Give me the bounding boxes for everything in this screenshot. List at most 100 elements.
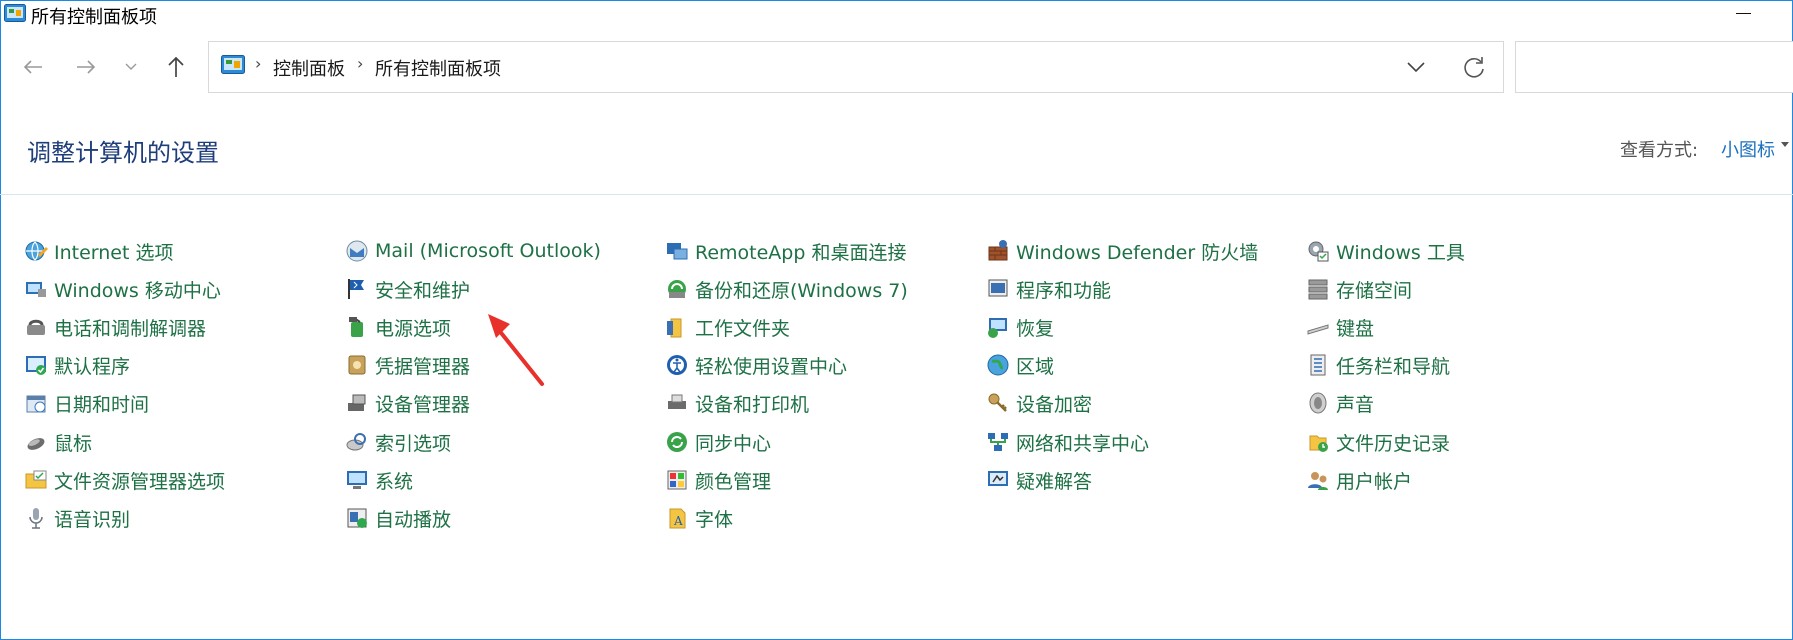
control-panel-item-label: 字体 <box>695 508 734 531</box>
control-panel-item-label: Internet 选项 <box>54 241 174 264</box>
fonts-icon: A <box>669 508 686 529</box>
control-panel-item[interactable]: 安全和维护 <box>345 274 470 304</box>
autoplay-icon <box>347 508 367 528</box>
control-panel-item[interactable]: 声音 <box>1306 388 1374 418</box>
control-panel-item[interactable]: 文件资源管理器选项 <box>24 465 225 495</box>
control-panel-item[interactable]: 电源选项 <box>345 312 451 342</box>
control-panel-item-label: 系统 <box>375 470 414 493</box>
control-panel-item-label: 程序和功能 <box>1016 279 1112 302</box>
control-panel-item-label: 任务栏和导航 <box>1336 355 1451 378</box>
control-panel-item-label: 工作文件夹 <box>695 317 791 340</box>
up-button[interactable] <box>162 52 190 82</box>
control-panel-item[interactable]: 恢复 <box>986 312 1054 342</box>
control-panel-item[interactable]: 工作文件夹 <box>665 312 790 342</box>
control-panel-item[interactable]: 疑难解答 <box>986 465 1092 495</box>
window-title: 所有控制面板项 <box>31 7 157 28</box>
control-panel-item[interactable]: 轻松使用设置中心 <box>665 350 847 380</box>
control-panel-item-label: 键盘 <box>1336 317 1375 340</box>
control-panel-item[interactable]: Internet 选项 <box>24 236 173 266</box>
breadcrumb-all-items[interactable]: 所有控制面板项 <box>375 55 501 81</box>
firewall-icon <box>988 240 1008 261</box>
indexing-icon <box>346 433 366 451</box>
control-panel-item-label: 恢复 <box>1016 317 1055 340</box>
control-panel-item[interactable]: 自动播放 <box>345 503 451 533</box>
address-bar[interactable]: › 控制面板 › 所有控制面板项 <box>208 41 1504 93</box>
control-panel-item[interactable]: 设备加密 <box>986 388 1092 418</box>
remoteapp-icon <box>667 243 688 260</box>
back-button[interactable] <box>17 52 49 82</box>
control-panel-item[interactable]: Windows 工具 <box>1306 236 1465 266</box>
control-panel-item[interactable]: A 字体 <box>665 503 733 533</box>
control-panel-item[interactable]: 电话和调制解调器 <box>24 312 206 342</box>
control-panel-item-label: Mail (Microsoft Outlook) <box>375 240 601 262</box>
control-panel-item[interactable]: Windows 移动中心 <box>24 274 221 304</box>
mouse-icon <box>27 438 45 450</box>
control-panel-item[interactable]: 键盘 <box>1306 312 1374 342</box>
control-panel-item[interactable]: 用户帐户 <box>1306 465 1412 495</box>
control-panel-item[interactable]: 鼠标 <box>24 427 92 457</box>
phone-modem-icon <box>27 319 45 335</box>
storage-spaces-icon <box>1308 279 1328 300</box>
control-panel-item[interactable]: 区域 <box>986 350 1054 380</box>
control-panel-item[interactable]: 设备和打印机 <box>665 388 809 418</box>
caret-down-icon[interactable] <box>1781 142 1789 147</box>
chevron-down-icon[interactable] <box>1404 56 1428 78</box>
breadcrumb-separator: › <box>255 54 262 73</box>
control-panel-item[interactable]: Windows Defender 防火墙 <box>986 236 1258 266</box>
arrow-left-icon <box>23 60 42 74</box>
view-by-label: 查看方式: <box>1620 140 1699 161</box>
control-panel-item[interactable]: 凭据管理器 <box>345 350 470 380</box>
default-programs-icon <box>26 356 46 375</box>
control-panel-item-label: 设备加密 <box>1016 393 1093 416</box>
control-panel-item[interactable]: 语音识别 <box>24 503 130 533</box>
control-panel-item-label: Windows 移动中心 <box>54 279 221 302</box>
control-panel-item[interactable]: 存储空间 <box>1306 274 1412 304</box>
control-panel-item[interactable]: 日期和时间 <box>24 388 149 418</box>
mail-icon <box>346 240 368 262</box>
control-panel-item-label: 用户帐户 <box>1336 470 1413 493</box>
control-panel-item-label: 存储空间 <box>1336 279 1413 302</box>
arrow-right-icon <box>77 60 96 74</box>
search-input[interactable] <box>1515 41 1793 93</box>
control-panel-item[interactable]: RemoteApp 和桌面连接 <box>665 236 906 266</box>
control-panel-item-label: 文件资源管理器选项 <box>54 470 226 493</box>
control-panel-item[interactable]: 程序和功能 <box>986 274 1111 304</box>
header-divider <box>0 194 1793 195</box>
control-panel-item-label: 设备和打印机 <box>695 393 810 416</box>
control-panel-item-label: 备份和还原(Windows 7) <box>695 279 908 302</box>
control-panel-item[interactable]: 默认程序 <box>24 350 130 380</box>
flag-icon <box>348 279 364 299</box>
control-panel-item[interactable]: 文件历史记录 <box>1306 427 1450 457</box>
control-panel-item-label: Windows Defender 防火墙 <box>1016 241 1259 264</box>
title-bar: 所有控制面板项 <box>0 0 1793 28</box>
breadcrumb-control-panel[interactable]: 控制面板 <box>273 55 345 81</box>
control-panel-item-label: 鼠标 <box>54 432 93 455</box>
control-panel-item[interactable]: 系统 <box>345 465 413 495</box>
control-panel-item-label: 安全和维护 <box>375 279 471 302</box>
control-panel-item[interactable]: 同步中心 <box>665 427 771 457</box>
work-folders-icon <box>667 318 682 338</box>
control-panel-item[interactable]: 索引选项 <box>345 427 451 457</box>
breadcrumb-separator: › <box>357 54 364 73</box>
page-title: 调整计算机的设置 <box>27 139 219 167</box>
control-panel-item[interactable]: Mail (Microsoft Outlook) <box>345 236 601 266</box>
minimize-button[interactable] <box>1722 0 1762 28</box>
control-panel-item-label: 文件历史记录 <box>1336 432 1451 455</box>
control-panel-item-label: Windows 工具 <box>1336 241 1465 264</box>
control-panel-icon <box>4 4 26 22</box>
view-by-select[interactable]: 小图标 <box>1721 136 1775 162</box>
recent-locations-button[interactable] <box>122 52 140 82</box>
system-icon <box>347 471 367 489</box>
color-management-icon <box>667 470 687 490</box>
control-panel-item[interactable]: 网络和共享中心 <box>986 427 1149 457</box>
credential-manager-icon <box>348 355 366 375</box>
control-panel-item[interactable]: 备份和还原(Windows 7) <box>665 274 908 304</box>
control-panel-item[interactable]: 颜色管理 <box>665 465 771 495</box>
chevron-down-icon <box>125 63 137 70</box>
backup-icon <box>668 280 686 298</box>
forward-button[interactable] <box>70 52 102 82</box>
refresh-icon[interactable] <box>1460 54 1488 80</box>
control-panel-item[interactable]: 任务栏和导航 <box>1306 350 1450 380</box>
keyboard-icon <box>1307 324 1329 335</box>
control-panel-item[interactable]: 设备管理器 <box>345 388 470 418</box>
